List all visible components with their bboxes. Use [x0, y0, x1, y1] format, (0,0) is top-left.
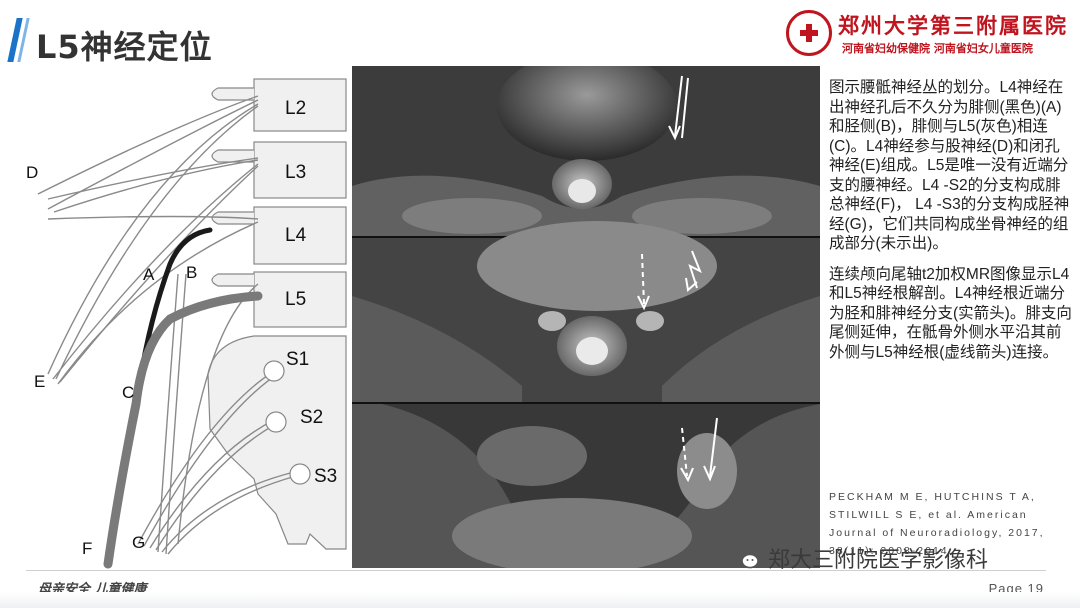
- label-l4: L4: [285, 225, 307, 246]
- s1-foramen: [263, 360, 285, 382]
- wechat-icon: [730, 547, 759, 569]
- label-s2: S2: [300, 407, 323, 428]
- slide-header: L5神经定位 郑州大学第三附属医院 河南省妇幼保健院 河南省妇女儿童医院: [0, 0, 1080, 68]
- mri-image-panel: [352, 66, 820, 568]
- mri-slice-1: [352, 66, 820, 236]
- label-b: B: [186, 263, 197, 282]
- label-l2: L2: [285, 98, 306, 119]
- mri-slice-2: [352, 221, 820, 402]
- axial-t2-mri-slices: [352, 66, 820, 568]
- slide-title: L5神经定位: [36, 28, 213, 66]
- s2-foramen: [265, 411, 287, 433]
- label-l3: L3: [285, 162, 306, 183]
- description-text: 图示腰骶神经丛的划分。L4神经在出神经孔后不久分为腓侧(黑色)(A)和胫侧(B)…: [829, 78, 1073, 373]
- footer-divider: [26, 570, 1046, 571]
- label-s1: S1: [286, 349, 309, 370]
- description-paragraph-2: 连续颅向尾轴t2加权MR图像显示L4和L5神经根解剖。L4神经根近端分为胫和腓神…: [829, 265, 1072, 361]
- hospital-name: 郑州大学第三附属医院: [838, 13, 1068, 38]
- footer-shadow: [0, 592, 1080, 608]
- vertebra-l4: [211, 206, 347, 265]
- hospital-emblem-icon: [786, 10, 832, 56]
- label-e: E: [34, 372, 45, 391]
- label-a: A: [143, 265, 155, 284]
- hospital-subtitle: 河南省妇幼保健院 河南省妇女儿童医院: [842, 42, 1033, 55]
- label-s3: S3: [314, 466, 337, 487]
- label-f: F: [82, 539, 92, 558]
- label-l5: L5: [285, 289, 306, 310]
- label-g: G: [132, 533, 145, 552]
- hospital-logo: 郑州大学第三附属医院 河南省妇幼保健院 河南省妇女儿童医院: [786, 10, 1078, 60]
- s3-foramen: [289, 463, 311, 485]
- label-c: C: [122, 383, 134, 402]
- label-d: D: [26, 163, 38, 182]
- description-paragraph-1: 图示腰骶神经丛的划分。L4神经在出神经孔后不久分为腓侧(黑色)(A)和胫侧(B)…: [829, 79, 1070, 252]
- lumbosacral-plexus-diagram: L2 L3 L4 L5 S1 S2 S3 D A B E C F G: [26, 78, 347, 569]
